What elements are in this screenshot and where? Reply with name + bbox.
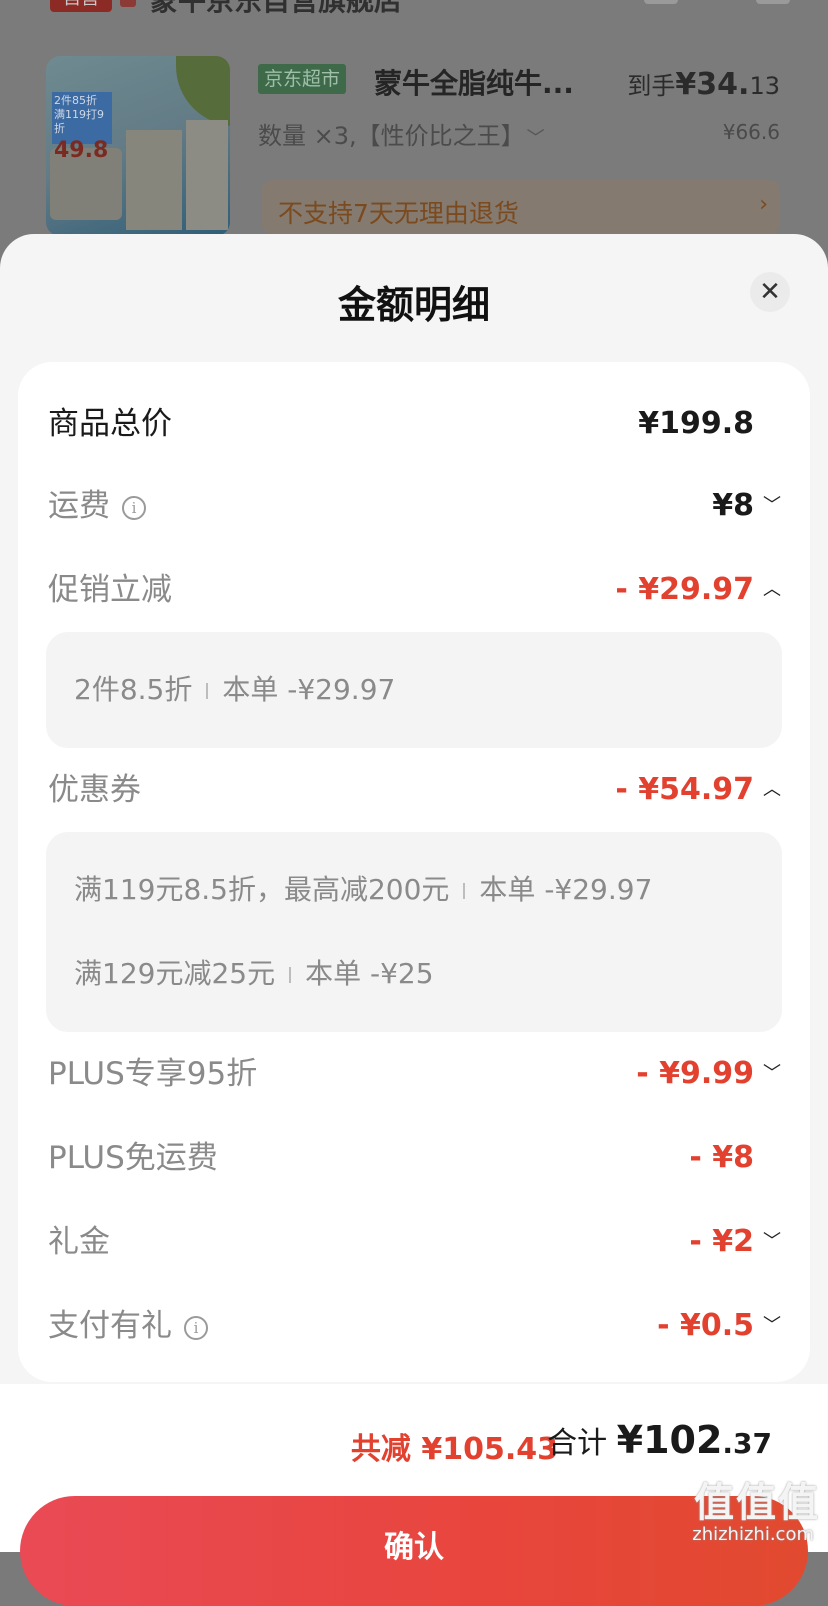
chevron-down-icon[interactable]: ﹀ (760, 1304, 784, 1348)
detail-text: 2件8.5折 (74, 673, 193, 706)
final-price: 到手¥34.13 (627, 66, 780, 102)
detail-text: 满119元8.5折，最高减200元 (74, 873, 450, 906)
row-label: PLUS免运费 (48, 1140, 218, 1176)
sheet-title: 金额明细 (337, 283, 490, 327)
row-label: 运费 i (48, 484, 146, 528)
total-integer: ¥102 (616, 1418, 723, 1462)
detail-order-amount: 本单 -¥29.97 (222, 673, 396, 706)
milk-box-image (186, 120, 228, 230)
chevron-down-icon[interactable]: ﹀ (760, 1220, 784, 1264)
quantity-spec[interactable]: 数量 ×3,【性价比之王】 ﹀ (258, 116, 545, 151)
milk-box-image (126, 130, 182, 230)
goods-total-row: 商品总价 ¥199.8 (48, 402, 754, 446)
row-label: PLUS专享95折 (48, 1056, 258, 1092)
final-price-prefix: 到手 (627, 72, 676, 100)
chevron-down-icon: ﹀ (526, 128, 545, 149)
coupon-detail-panel: 满119元8.5折，最高减200元 本单 -¥29.97 满129元减25元 本单 … (46, 832, 782, 1032)
pay-gift-row[interactable]: 支付有礼 i - ¥0.5 ﹀ (48, 1304, 781, 1348)
header-action-icon[interactable] (756, 0, 790, 4)
row-label: 支付有礼 i (48, 1304, 208, 1348)
row-label: 商品总价 (48, 406, 172, 442)
detail-order-amount: 本单 -¥25 (305, 957, 434, 990)
leaf-decoration (176, 56, 230, 126)
watermark: 值值值 zhizhizhi.com (670, 1470, 820, 1550)
store-name[interactable]: 蒙牛京东自营旗舰店 (150, 0, 402, 19)
plus-discount-row[interactable]: PLUS专享95折 - ¥9.99 ﹀ (48, 1052, 781, 1096)
chevron-down-icon[interactable]: ﹀ (760, 1052, 784, 1096)
coupon-detail-line: 满129元减25元 本单 -¥25 (74, 954, 434, 994)
coupon-detail-line: 满119元8.5折，最高减200元 本单 -¥29.97 (74, 870, 652, 910)
final-price-decimal: 13 (749, 72, 780, 100)
shipping-row[interactable]: 运费 i ¥8 ﹀ (48, 484, 781, 528)
detail-text: 满129元减25元 (74, 957, 276, 990)
divider (289, 967, 292, 983)
chevron-up-icon[interactable]: ︿ (760, 768, 784, 812)
total-label: 合计 (547, 1426, 608, 1461)
product-thumbnail[interactable]: 2件85折 满119打9折 49.8 (46, 56, 230, 236)
row-label: 优惠券 (48, 772, 141, 808)
original-price: ¥66.6 (722, 120, 780, 144)
thumb-promo-text: 2件85折 满119打9折 (52, 92, 112, 144)
plus-shipping-row: PLUS免运费 - ¥8 (48, 1136, 754, 1180)
amount-detail-sheet: 金额明细 ✕ 商品总价 ¥199.8 运费 i ¥8 ﹀ 促销立减 - ¥29.9… (0, 234, 828, 1552)
return-policy-notice[interactable]: 不支持7天无理由退货 › (262, 180, 780, 234)
row-value: - ¥0.5 (657, 1308, 754, 1343)
row-value: - ¥2 (689, 1224, 754, 1259)
promo-row[interactable]: 促销立减 - ¥29.97 ︿ (48, 568, 781, 612)
final-price-main: ¥34. (675, 67, 750, 102)
row-label: 促销立减 (48, 572, 172, 608)
promo-detail-panel: 2件8.5折 本单 -¥29.97 (46, 632, 782, 748)
info-icon[interactable]: i (122, 495, 146, 520)
row-value: - ¥54.97 (615, 772, 754, 807)
row-value: - ¥9.99 (636, 1056, 754, 1091)
row-value: - ¥29.97 (615, 572, 754, 607)
order-total: 合计 ¥102.37 (547, 1418, 772, 1462)
row-value: - ¥8 (689, 1140, 754, 1175)
gift-money-row[interactable]: 礼金 - ¥2 ﹀ (48, 1220, 781, 1264)
divider (463, 883, 466, 899)
thumb-price: 49.8 (54, 138, 109, 163)
header-action-icon[interactable] (644, 0, 678, 4)
row-label: 礼金 (48, 1224, 110, 1260)
total-decimal: .37 (722, 1427, 772, 1460)
order-page-background: 自营 蒙牛京东自营旗舰店 2件85折 满119打9折 49.8 京东超市 蒙牛全… (0, 0, 828, 260)
divider (206, 683, 209, 699)
product-title[interactable]: 蒙牛全脂纯牛... (374, 62, 574, 102)
quantity-text: 数量 ×3,【性价比之王】 (258, 122, 513, 150)
chevron-right-icon: › (759, 192, 768, 217)
detail-order-amount: 本单 -¥29.97 (479, 873, 653, 906)
notice-text: 不支持7天无理由退货 (278, 199, 519, 228)
coupon-row[interactable]: 优惠券 - ¥54.97 ︿ (48, 768, 781, 812)
total-saved: 共减 ¥105.43 (350, 1432, 558, 1467)
close-icon: ✕ (759, 277, 781, 307)
row-value: ¥199.8 (638, 406, 754, 441)
store-header[interactable]: 自营 蒙牛京东自营旗舰店 (50, 0, 402, 17)
chevron-down-icon[interactable]: ﹀ (760, 484, 784, 528)
watermark-url: zhizhizhi.com (692, 1524, 814, 1545)
amount-card: 商品总价 ¥199.8 运费 i ¥8 ﹀ 促销立减 - ¥29.97 ︿ 2件8… (18, 362, 810, 1382)
row-value: ¥8 (712, 488, 754, 523)
row-label-text: 运费 (48, 488, 110, 524)
store-icon (120, 0, 136, 7)
close-button[interactable]: ✕ (750, 272, 790, 312)
watermark-logo: 值值值 (694, 1480, 820, 1526)
promo-detail-line: 2件8.5折 本单 -¥29.97 (74, 670, 395, 710)
jd-supermarket-tag: 京东超市 (258, 64, 347, 94)
row-label-text: 支付有礼 (48, 1308, 172, 1344)
info-icon[interactable]: i (184, 1315, 208, 1340)
self-operated-badge: 自营 (50, 0, 112, 12)
chevron-up-icon[interactable]: ︿ (760, 568, 784, 612)
